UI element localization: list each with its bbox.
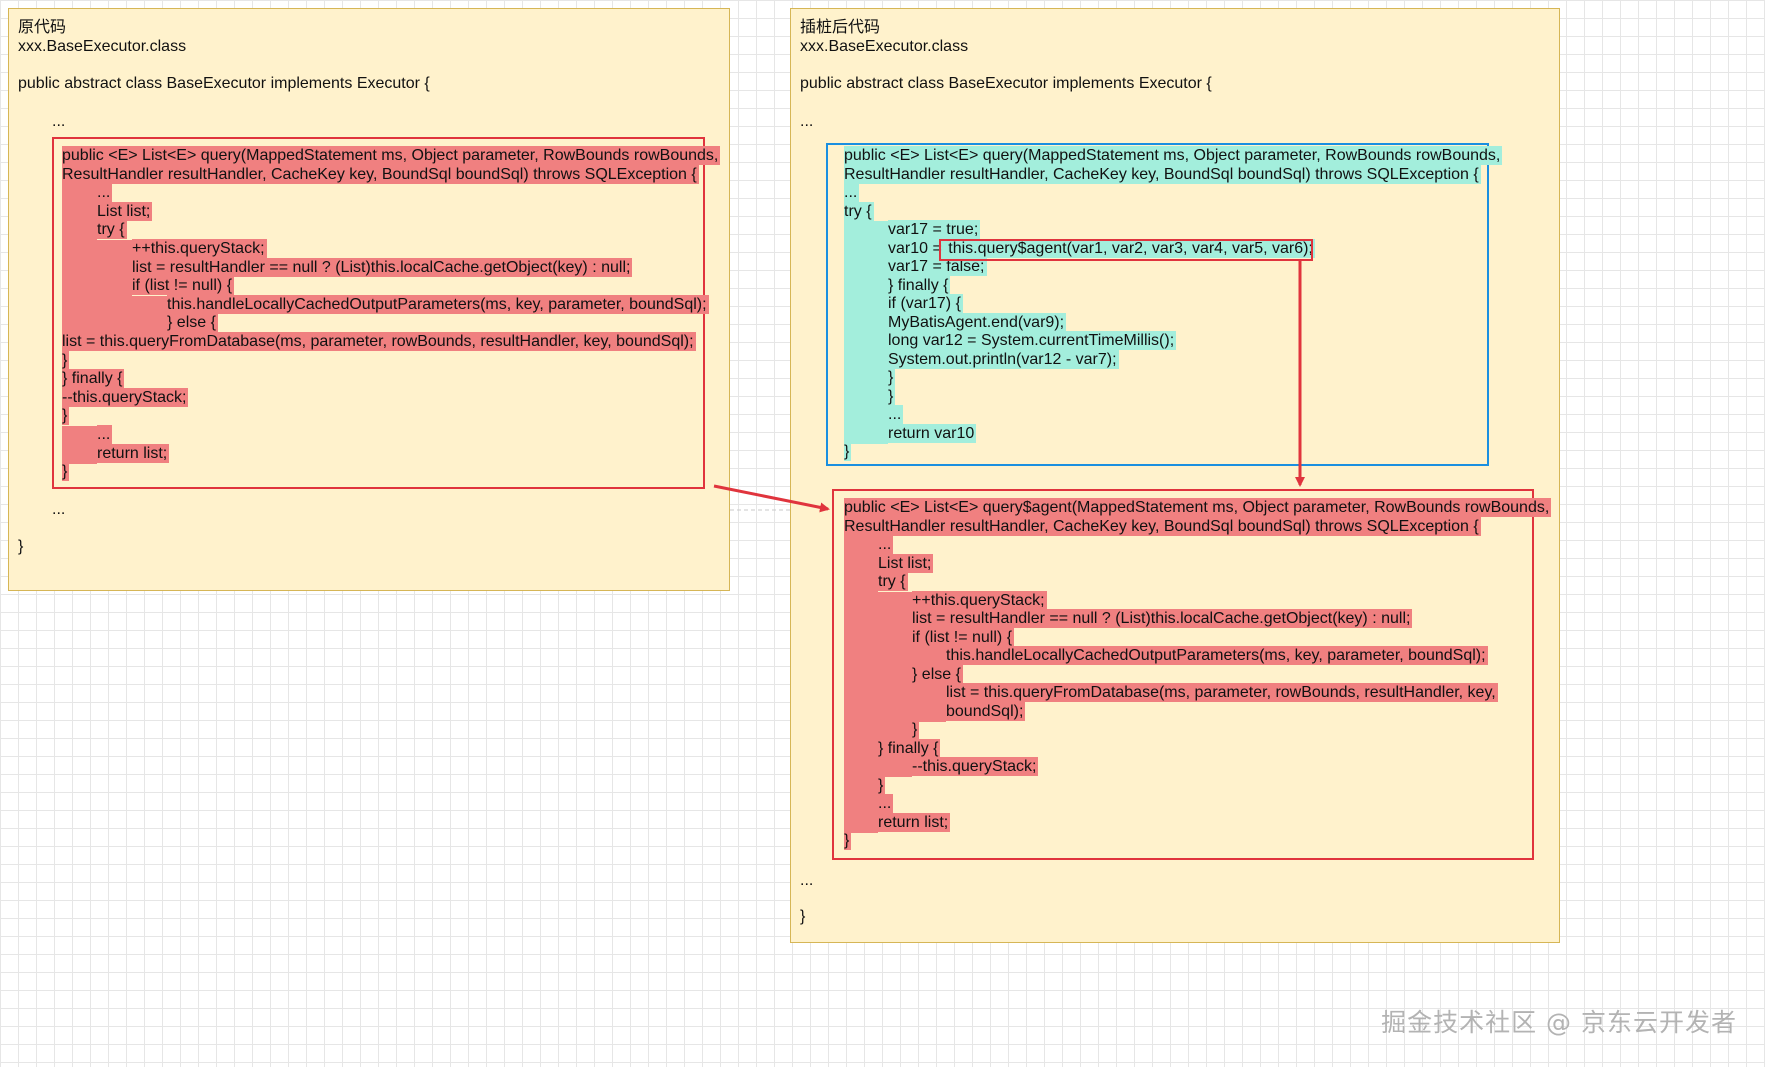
watermark: 掘金技术社区 @ 京东云开发者 (1381, 1008, 1737, 1037)
arrow-original-to-agent (713, 484, 830, 513)
connector-arrows (713, 261, 1305, 513)
